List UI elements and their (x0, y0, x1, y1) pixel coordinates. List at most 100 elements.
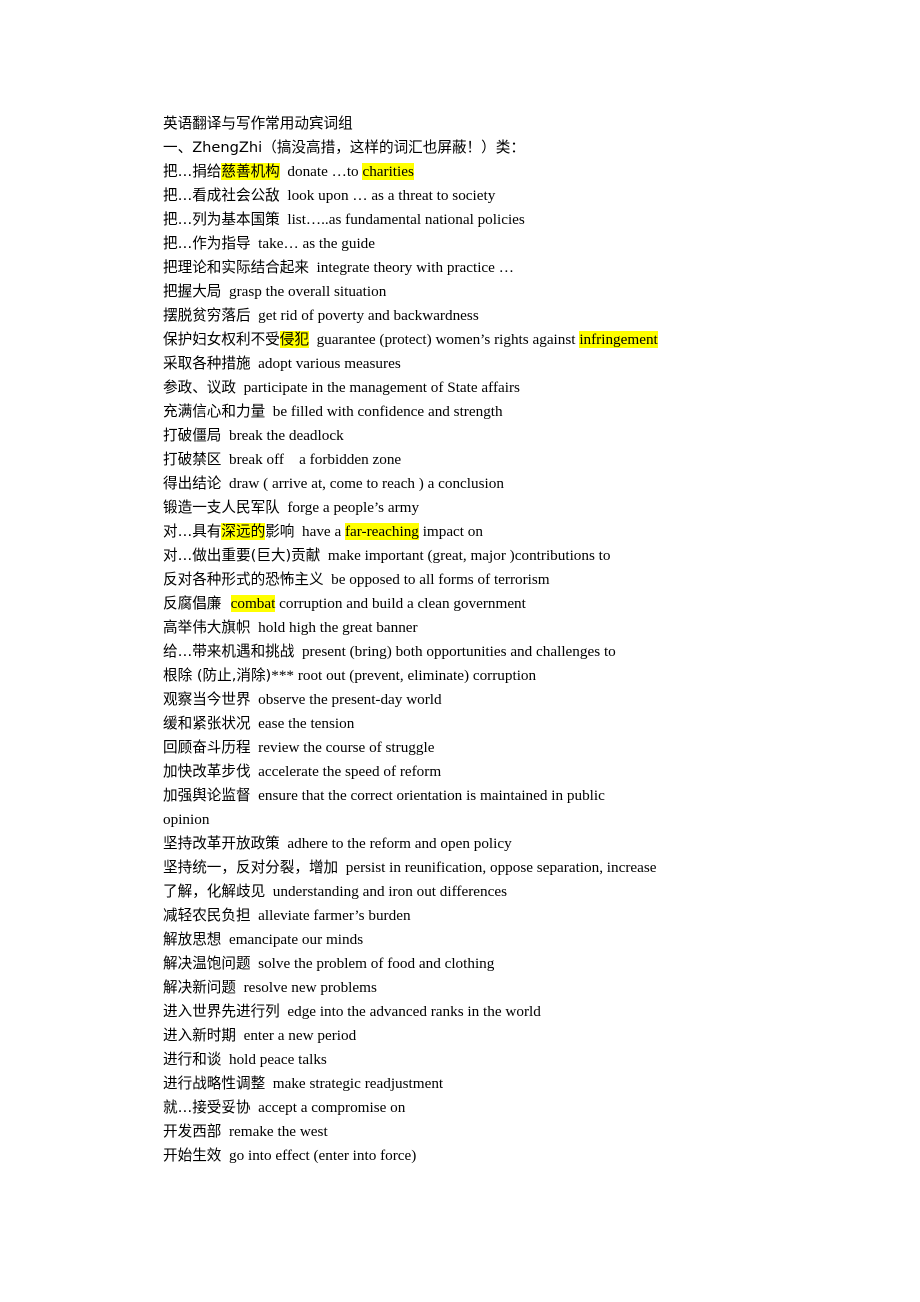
text-span: remake the west (221, 1123, 328, 1140)
text-span: 采取各种措施 (163, 355, 251, 372)
text-span: ease the tension (250, 715, 355, 732)
text-line-entry-11: 充满信心和力量 be filled with confidence and st… (163, 400, 863, 424)
text-span: take… as the guide (250, 235, 375, 252)
text-span: observe the present-day world (250, 691, 442, 708)
text-span: hold high the great banner (250, 619, 418, 636)
text-span: 把握大局 (163, 283, 222, 300)
text-span: 开始生效 (163, 1147, 222, 1164)
text-line-entry-35: 进入新时期 enter a new period (163, 1024, 863, 1048)
text-line-entry-31: 解放思想 emancipate our minds (163, 928, 863, 952)
text-line-entry-38: 就…接受妥协 accept a compromise on (163, 1096, 863, 1120)
text-span: forge a people’s army (279, 499, 420, 516)
text-line-entry-10: 参政、议政 participate in the management of S… (163, 376, 863, 400)
text-span: understanding and iron out differences (265, 883, 507, 900)
text-span: 充满信心和力量 (163, 403, 266, 420)
text-span: list…..as fundamental national policies (279, 211, 525, 228)
text-span: solve the problem of food and clothing (250, 955, 495, 972)
text-line-entry-26: 加快改革步伐 accelerate the speed of reform (163, 760, 863, 784)
text-span: donate …to (279, 163, 363, 180)
highlighted-text-span: 慈善机构 (221, 163, 280, 180)
document-page: 英语翻译与写作常用动宾词组一、ZhengZhi（搞没高措，这样的词汇也屏蔽！）类… (0, 0, 920, 1302)
document-text-body: 英语翻译与写作常用动宾词组一、ZhengZhi（搞没高措，这样的词汇也屏蔽！）类… (163, 112, 863, 1168)
text-span: enter a new period (235, 1027, 357, 1044)
text-line-entry-40: 开始生效 go into effect (enter into force) (163, 1144, 863, 1168)
text-span: persist in reunification, oppose separat… (338, 859, 657, 876)
text-line-entry-9: 采取各种措施 adopt various measures (163, 352, 863, 376)
text-span: 解决温饱问题 (163, 955, 251, 972)
text-span: get rid of poverty and backwardness (250, 307, 479, 324)
text-line-entry-18: 反对各种形式的恐怖主义 be opposed to all forms of t… (163, 568, 863, 592)
text-line-entry-6: 把握大局 grasp the overall situation (163, 280, 863, 304)
text-span: review the course of struggle (250, 739, 435, 756)
text-span: break the deadlock (221, 427, 344, 444)
text-span: 进入世界先进行列 (163, 1003, 280, 1020)
text-span: accelerate the speed of reform (250, 763, 442, 780)
text-line-entry-16: 对…具有深远的影响 have a far-reaching impact on (163, 520, 863, 544)
text-line-entry-29-wrap: 了解，化解歧见 understanding and iron out diffe… (163, 880, 863, 904)
text-span: 把理论和实际结合起来 (163, 259, 309, 276)
highlighted-text-span: charities (362, 163, 414, 180)
text-span: 就…接受妥协 (163, 1099, 251, 1116)
text-span: 对…具有 (163, 523, 222, 540)
text-span: 高举伟大旗帜 (163, 619, 251, 636)
text-span: resolve new problems (235, 979, 377, 996)
text-line-entry-30: 减轻农民负担 alleviate farmer’s burden (163, 904, 863, 928)
text-span: impact on (418, 523, 483, 540)
text-line-entry-13: 打破禁区 break off a forbidden zone (163, 448, 863, 472)
text-line-entry-27: 加强舆论监督 ensure that the correct orientati… (163, 784, 863, 808)
text-line-entry-19: 反腐倡廉 combat corruption and build a clean… (163, 592, 863, 616)
text-span: draw ( arrive at, come to reach ) a conc… (221, 475, 504, 492)
text-line-entry-21: 给…带来机遇和挑战 present (bring) both opportuni… (163, 640, 863, 664)
text-line-section-heading: 一、ZhengZhi（搞没高措，这样的词汇也屏蔽！）类： (163, 136, 863, 160)
text-line-entry-25: 回顾奋斗历程 review the course of struggle (163, 736, 863, 760)
text-span: 进行战略性调整 (163, 1075, 266, 1092)
text-span: 坚持统一，反对分裂，增加 (163, 859, 339, 876)
text-line-entry-14: 得出结论 draw ( arrive at, come to reach ) a… (163, 472, 863, 496)
text-span: 开发西部 (163, 1123, 222, 1140)
text-span: 缓和紧张状况 (163, 715, 251, 732)
highlighted-text-span: 侵犯 (279, 331, 309, 348)
text-line-entry-22: 根除 (防止,消除)*** root out (prevent, elimina… (163, 664, 863, 688)
text-line-entry-7: 摆脱贫穷落后 get rid of poverty and backwardne… (163, 304, 863, 328)
text-span: 反腐倡廉 (163, 595, 231, 612)
text-span: 打破禁区 (163, 451, 222, 468)
text-span: make important (great, major )contributi… (320, 547, 611, 564)
text-span: alleviate farmer’s burden (250, 907, 411, 924)
text-line-entry-34: 进入世界先进行列 edge into the advanced ranks in… (163, 1000, 863, 1024)
text-span: 了解，化解歧见 (163, 883, 266, 900)
text-span: 一、ZhengZhi（搞没高措，这样的词汇也屏蔽！）类： (163, 139, 525, 156)
text-line-entry-17: 对…做出重要(巨大)贡献 make important (great, majo… (163, 544, 863, 568)
text-line-entry-32: 解决温饱问题 solve the problem of food and clo… (163, 952, 863, 976)
text-span: grasp the overall situation (221, 283, 387, 300)
text-span: 给…带来机遇和挑战 (163, 643, 295, 660)
text-line-title: 英语翻译与写作常用动宾词组 (163, 112, 863, 136)
text-line-entry-4: 把…作为指导 take… as the guide (163, 232, 863, 256)
text-span: integrate theory with practice … (308, 259, 514, 276)
text-line-entry-24: 缓和紧张状况 ease the tension (163, 712, 863, 736)
text-span: 坚持改革开放政策 (163, 835, 280, 852)
text-span: 加强舆论监督 (163, 787, 251, 804)
text-span: hold peace talks (221, 1051, 327, 1068)
text-span: guarantee (protect) women’s rights again… (308, 331, 580, 348)
text-line-entry-5: 把理论和实际结合起来 integrate theory with practic… (163, 256, 863, 280)
text-line-entry-3: 把…列为基本国策 list…..as fundamental national … (163, 208, 863, 232)
text-span: present (bring) both opportunities and c… (294, 643, 616, 660)
text-span: participate in the management of State a… (235, 379, 520, 396)
text-span: *** root out (prevent, eliminate) corrup… (271, 667, 537, 684)
highlighted-text-span: 深远的 (221, 523, 266, 540)
text-span: 得出结论 (163, 475, 222, 492)
text-line-entry-28: 坚持改革开放政策 adhere to the reform and open p… (163, 832, 863, 856)
highlighted-text-span: infringement (579, 331, 658, 348)
text-span: 对…做出重要(巨大)贡献 (163, 547, 321, 564)
text-span: break off a forbidden zone (221, 451, 402, 468)
text-span: be opposed to all forms of terrorism (323, 571, 550, 588)
text-line-entry-20: 高举伟大旗帜 hold high the great banner (163, 616, 863, 640)
text-line-entry-1: 把…捐给慈善机构 donate …to charities (163, 160, 863, 184)
text-span: 影响 (265, 523, 295, 540)
text-span: edge into the advanced ranks in the worl… (279, 1003, 541, 1020)
text-line-entry-8: 保护妇女权利不受侵犯 guarantee (protect) women’s r… (163, 328, 863, 352)
text-line-entry-39: 开发西部 remake the west (163, 1120, 863, 1144)
text-span: 加快改革步伐 (163, 763, 251, 780)
text-span: have a (294, 523, 345, 540)
text-span: make strategic readjustment (265, 1075, 444, 1092)
